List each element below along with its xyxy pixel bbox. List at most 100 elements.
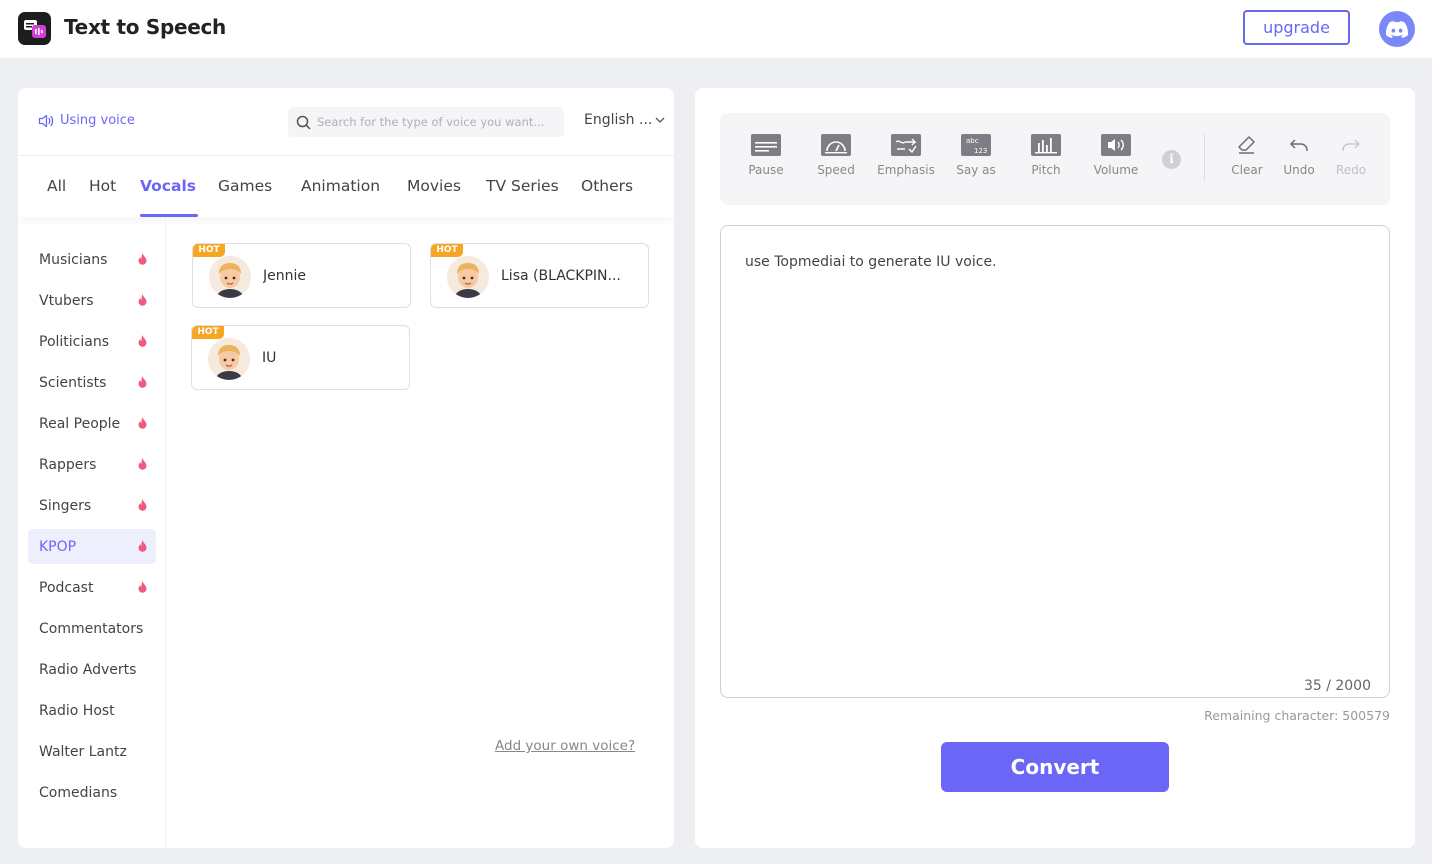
editor-text[interactable]: use Topmediai to generate IU voice. (745, 254, 997, 270)
tool-label: Speed (817, 163, 855, 177)
category-item-kpop[interactable]: KPOP (28, 529, 156, 564)
convert-button[interactable]: Convert (941, 742, 1169, 792)
voice-selection-panel: Using voice English ... All Hot Vocals G… (18, 88, 674, 848)
eraser-icon (1231, 133, 1263, 157)
category-item-singers[interactable]: Singers (28, 488, 156, 523)
avatar (447, 256, 489, 298)
tab-movies[interactable]: Movies (407, 177, 461, 195)
category-item-commentators[interactable]: Commentators (28, 611, 156, 646)
pitch-button[interactable]: Pitch (1011, 133, 1081, 177)
category-label: Comedians (39, 784, 118, 801)
say-as-button[interactable]: abc 123 Say as (941, 133, 1011, 177)
category-label: Real People (39, 415, 121, 432)
voice-search[interactable] (288, 107, 564, 137)
category-item-radio-adverts[interactable]: Radio Adverts (28, 652, 156, 687)
toolbar-divider (1204, 133, 1205, 181)
category-label: Singers (39, 497, 92, 514)
upgrade-button[interactable]: upgrade (1243, 10, 1350, 45)
category-item-rappers[interactable]: Rappers (28, 447, 156, 482)
category-item-radio-host[interactable]: Radio Host (28, 693, 156, 728)
app-logo-icon (18, 12, 51, 45)
ssml-toolbar: Pause Speed Emphasis abc 123 Say as Pitch (720, 113, 1390, 205)
voice-name: IU (262, 350, 277, 366)
fire-icon (138, 335, 147, 347)
search-icon (296, 115, 311, 129)
language-value: English ... (584, 112, 653, 128)
fire-icon (138, 458, 147, 470)
using-voice-button[interactable]: Using voice (38, 113, 135, 128)
info-icon[interactable]: i (1162, 150, 1181, 169)
volume-button[interactable]: Volume (1081, 133, 1151, 177)
category-item-podcast[interactable]: Podcast (28, 570, 156, 605)
volume-icon (1100, 133, 1132, 157)
speed-button[interactable]: Speed (801, 133, 871, 177)
editor-panel: Pause Speed Emphasis abc 123 Say as Pitch (695, 88, 1415, 848)
tool-label: Redo (1335, 163, 1367, 177)
say-as-icon: abc 123 (960, 133, 992, 157)
category-label: Commentators (39, 620, 144, 637)
category-label: Walter Lantz (39, 743, 127, 760)
tool-label: Pitch (1031, 163, 1061, 177)
voice-card-iu[interactable]: HOT IU (191, 325, 410, 390)
category-item-vtubers[interactable]: Vtubers (28, 283, 156, 318)
fire-icon (138, 540, 147, 552)
fire-icon (138, 253, 147, 265)
avatar (209, 256, 251, 298)
add-own-voice-link[interactable]: Add your own voice? (495, 738, 635, 754)
tab-others[interactable]: Others (581, 177, 633, 195)
subcategory-list: Musicians Vtubers Politicians Scientists Rea… (18, 218, 166, 848)
speedometer-icon (820, 133, 852, 157)
svg-text:abc: abc (966, 137, 979, 145)
tool-label: Emphasis (877, 163, 935, 177)
using-voice-label: Using voice (60, 113, 135, 128)
svg-text:123: 123 (974, 147, 987, 155)
category-item-comedians[interactable]: Comedians (28, 775, 156, 810)
fire-icon (138, 499, 147, 511)
top-bar: Text to Speech upgrade (0, 0, 1432, 58)
category-item-scientists[interactable]: Scientists (28, 365, 156, 400)
voice-panel-header: Using voice English ... (18, 88, 674, 156)
tool-label: Volume (1093, 163, 1139, 177)
category-label: Vtubers (39, 292, 94, 309)
category-label: Politicians (39, 333, 109, 350)
tab-vocals[interactable]: Vocals (140, 177, 196, 195)
voice-name: Jennie (263, 268, 306, 284)
voice-card-lisa[interactable]: HOT Lisa (BLACKPIN... (430, 243, 649, 308)
speaker-icon (38, 114, 54, 127)
category-label: Rappers (39, 456, 97, 473)
discord-icon[interactable] (1379, 11, 1415, 47)
fire-icon (138, 581, 147, 593)
tab-hot[interactable]: Hot (89, 177, 116, 195)
emphasis-button[interactable]: Emphasis (871, 133, 941, 177)
fire-icon (138, 376, 147, 388)
avatar (208, 338, 250, 380)
category-label: Scientists (39, 374, 107, 391)
tab-games[interactable]: Games (218, 177, 272, 195)
category-item-politicians[interactable]: Politicians (28, 324, 156, 359)
remaining-characters: Remaining character: 500579 (1204, 708, 1390, 723)
tool-label: Pause (748, 163, 784, 177)
undo-icon (1283, 133, 1315, 157)
tab-animation[interactable]: Animation (301, 177, 380, 195)
language-select[interactable]: English ... (584, 112, 665, 128)
pause-button[interactable]: Pause (731, 133, 801, 177)
search-input[interactable] (317, 115, 557, 129)
text-editor[interactable]: use Topmediai to generate IU voice. 35 /… (720, 225, 1390, 698)
redo-icon (1335, 133, 1367, 157)
tool-label: Clear (1231, 163, 1263, 177)
tab-tv-series[interactable]: TV Series (486, 177, 559, 195)
voice-card-jennie[interactable]: HOT Jennie (192, 243, 411, 308)
hot-badge: HOT (431, 244, 463, 257)
fire-icon (138, 294, 147, 306)
category-label: Musicians (39, 251, 108, 268)
category-item-real-people[interactable]: Real People (28, 406, 156, 441)
emphasis-icon (890, 133, 922, 157)
pitch-icon (1030, 133, 1062, 157)
category-item-musicians[interactable]: Musicians (28, 242, 156, 277)
fire-icon (138, 417, 147, 429)
app-title: Text to Speech (64, 15, 226, 39)
category-item-walter-lantz[interactable]: Walter Lantz (28, 734, 156, 769)
redo-button[interactable]: Redo (1316, 133, 1386, 177)
tab-all[interactable]: All (47, 177, 66, 195)
active-tab-indicator (140, 214, 198, 217)
